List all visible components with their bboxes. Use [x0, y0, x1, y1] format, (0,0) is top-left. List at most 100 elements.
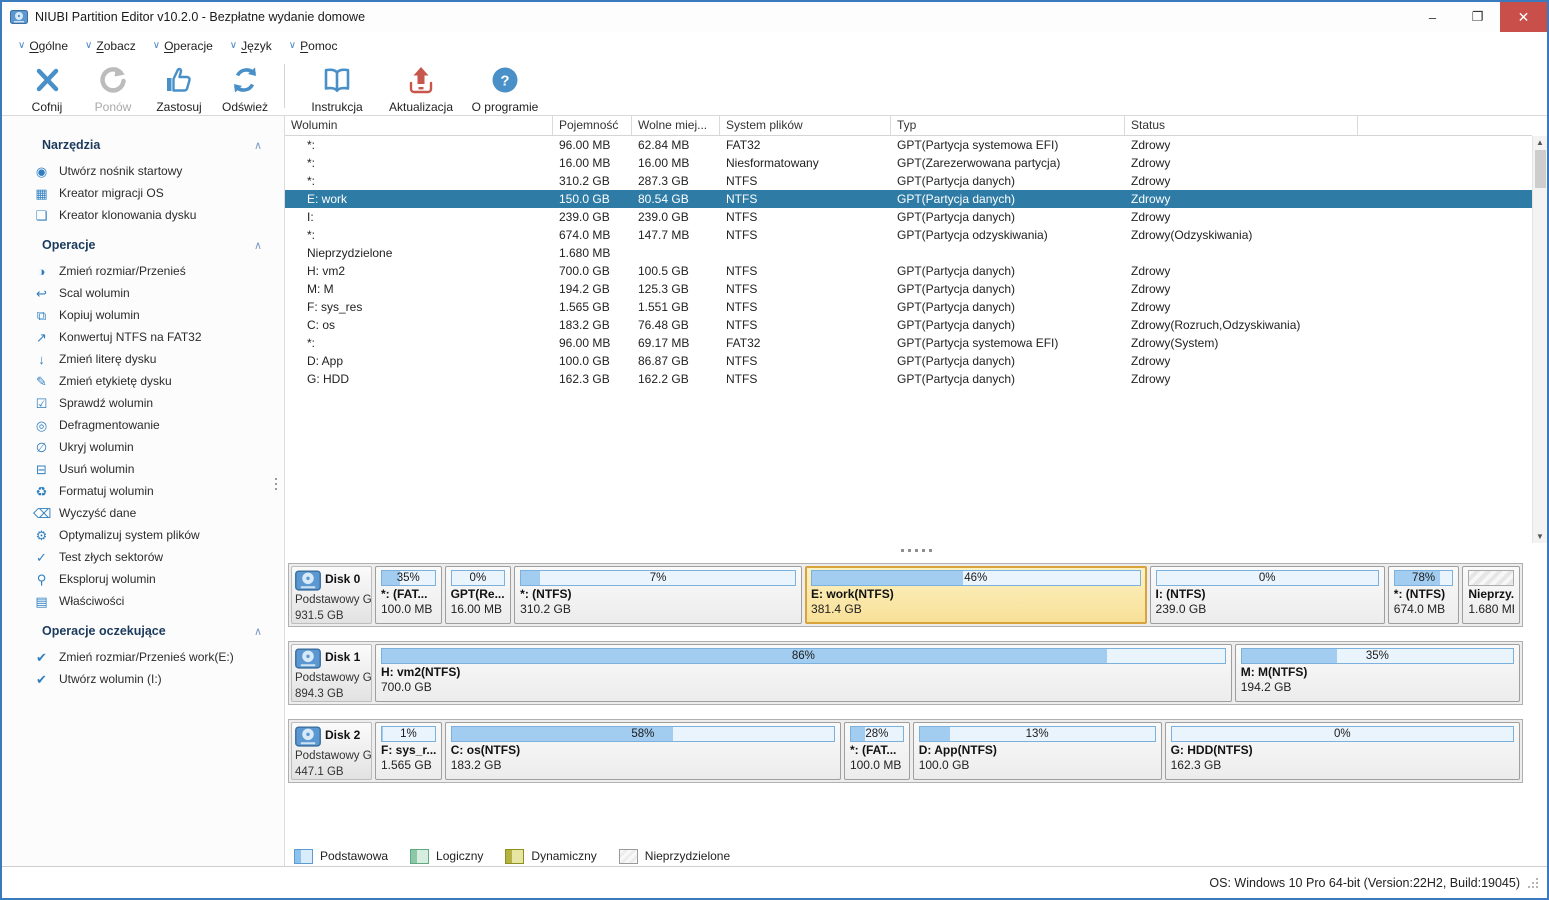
toolbar: Cofnij Ponów Zastosuj Odśwież Instrukcja… — [2, 60, 1547, 116]
menu-item-język[interactable]: ∨Język — [224, 36, 281, 56]
sidebar-item[interactable]: ⊟Usuń wolumin — [2, 458, 284, 480]
update-button[interactable]: Aktualizacja — [379, 62, 463, 114]
chevron-down-icon: ∨ — [289, 41, 296, 51]
table-row[interactable]: D: App100.0 GB86.87 GBNTFSGPT(Partycja d… — [285, 352, 1532, 370]
sidebar-item[interactable]: ▤Właściwości — [2, 590, 284, 612]
sidebar-item[interactable]: ✎Zmień etykietę dysku — [2, 370, 284, 392]
sidebar-item-label: Sprawdź wolumin — [59, 396, 153, 410]
scroll-down-icon[interactable]: ▼ — [1533, 530, 1547, 543]
table-row[interactable]: *:310.2 GB287.3 GBNTFSGPT(Partycja danyc… — [285, 172, 1532, 190]
legend-item: Podstawowa — [294, 849, 388, 864]
sidebar-splitter-handle[interactable] — [275, 478, 277, 490]
vertical-scrollbar[interactable]: ▲ ▼ — [1532, 136, 1547, 543]
sidebar-item[interactable]: ⧉Kopiuj wolumin — [2, 304, 284, 326]
maximize-button[interactable]: ❐ — [1455, 2, 1500, 32]
horizontal-splitter-handle[interactable] — [285, 543, 1547, 557]
disk-info-block[interactable]: Disk 2Podstawowy GPT447.1 GB — [291, 722, 372, 780]
section-header[interactable]: Narzędzia∧ — [42, 138, 262, 152]
cell-capacity: 96.00 MB — [553, 138, 632, 152]
partition-block[interactable]: 35%M: M(NTFS)194.2 GB — [1235, 644, 1520, 702]
usage-percent: 28% — [851, 727, 903, 741]
sidebar-item[interactable]: ✔Zmień rozmiar/Przenieś work(E:) — [2, 646, 284, 668]
section-header[interactable]: Operacje∧ — [42, 238, 262, 252]
table-row[interactable]: *:674.0 MB147.7 MBNTFSGPT(Partycja odzys… — [285, 226, 1532, 244]
cell-filesystem: NTFS — [720, 300, 891, 314]
partition-block[interactable]: 1%F: sys_r...1.565 GB — [375, 722, 442, 780]
sidebar-item[interactable]: ☑Sprawdź wolumin — [2, 392, 284, 414]
scroll-up-icon[interactable]: ▲ — [1533, 136, 1547, 149]
partition-block[interactable]: 58%C: os(NTFS)183.2 GB — [445, 722, 841, 780]
cell-capacity: 16.00 MB — [553, 156, 632, 170]
sidebar-item[interactable]: ▦Kreator migracji OS — [2, 182, 284, 204]
sidebar-item[interactable]: ⌫Wyczyść dane — [2, 502, 284, 524]
scrollbar-thumb[interactable] — [1535, 150, 1546, 188]
section-header[interactable]: Operacje oczekujące∧ — [42, 624, 262, 638]
menu-item-zobacz[interactable]: ∨Zobacz — [79, 36, 145, 56]
column-header[interactable]: Wolumin — [285, 116, 553, 135]
sidebar-item[interactable]: ⚙Optymalizuj system plików — [2, 524, 284, 546]
apply-button[interactable]: Zastosuj — [146, 62, 212, 114]
partition-block[interactable]: 46%E: work(NTFS)381.4 GB — [805, 566, 1146, 624]
column-header[interactable]: Wolne miej... — [632, 116, 720, 135]
column-header[interactable]: Pojemność — [553, 116, 632, 135]
table-row[interactable]: *:96.00 MB69.17 MBFAT32GPT(Partycja syst… — [285, 334, 1532, 352]
menu-item-pomoc[interactable]: ∨Pomoc — [283, 36, 347, 56]
partition-block[interactable]: 13%D: App(NTFS)100.0 GB — [913, 722, 1162, 780]
table-row[interactable]: *:96.00 MB62.84 MBFAT32GPT(Partycja syst… — [285, 136, 1532, 154]
column-header[interactable]: Typ — [891, 116, 1125, 135]
sidebar-item-label: Eksploruj wolumin — [59, 572, 156, 586]
table-row[interactable]: I:239.0 GB239.0 GBNTFSGPT(Partycja danyc… — [285, 208, 1532, 226]
partition-block[interactable]: 86%H: vm2(NTFS)700.0 GB — [375, 644, 1232, 702]
minimize-button[interactable]: – — [1410, 2, 1455, 32]
table-row[interactable]: H: vm2700.0 GB100.5 GBNTFSGPT(Partycja d… — [285, 262, 1532, 280]
table-row[interactable]: *:16.00 MB16.00 MBNiesformatowanyGPT(Zar… — [285, 154, 1532, 172]
menu-item-ogólne[interactable]: ∨Ogólne — [12, 36, 77, 56]
table-row[interactable]: E: work150.0 GB80.54 GBNTFSGPT(Partycja … — [285, 190, 1532, 208]
manual-button[interactable]: Instrukcja — [295, 62, 379, 114]
partition-block[interactable]: 0%I: (NTFS)239.0 GB — [1150, 566, 1385, 624]
sidebar-item[interactable]: ↓Zmień literę dysku — [2, 348, 284, 370]
menu-item-operacje[interactable]: ∨Operacje — [147, 36, 222, 56]
sidebar-item[interactable]: ❏Kreator klonowania dysku — [2, 204, 284, 226]
sidebar-item[interactable]: ◑Zmień rozmiar/Przenieś — [2, 260, 284, 282]
close-button[interactable]: ✕ — [1500, 2, 1547, 32]
cell-volume: E: work — [285, 192, 553, 206]
undo-button[interactable]: Cofnij — [14, 62, 80, 114]
disk-info-block[interactable]: Disk 1Podstawowy GPT894.3 GB — [291, 644, 372, 702]
redo-button[interactable]: Ponów — [80, 62, 146, 114]
column-header[interactable]: Status — [1125, 116, 1358, 135]
column-header[interactable]: System plików — [720, 116, 891, 135]
sidebar-item[interactable]: ✓Test złych sektorów — [2, 546, 284, 568]
partition-block[interactable]: 35%*: (FAT...100.0 MB — [375, 566, 442, 624]
sidebar-item[interactable]: ↩Scal wolumin — [2, 282, 284, 304]
sidebar-item[interactable]: ✔Utwórz wolumin (I:) — [2, 668, 284, 690]
partition-block[interactable]: 28%*: (FAT...100.0 MB — [844, 722, 910, 780]
table-row[interactable]: G: HDD162.3 GB162.2 GBNTFSGPT(Partycja d… — [285, 370, 1532, 388]
table-row[interactable]: C: os183.2 GB76.48 GBNTFSGPT(Partycja da… — [285, 316, 1532, 334]
unallocated-block[interactable]: Nieprzy...1.680 MB — [1462, 566, 1520, 624]
cell-type: GPT(Partycja danych) — [891, 300, 1125, 314]
partition-label: *: (FAT... — [381, 587, 436, 601]
resize-grip[interactable] — [1526, 876, 1539, 889]
partition-block[interactable]: 0%G: HDD(NTFS)162.3 GB — [1165, 722, 1520, 780]
sidebar-item[interactable]: ↗Konwertuj NTFS na FAT32 — [2, 326, 284, 348]
table-row[interactable]: M: M194.2 GB125.3 GBNTFSGPT(Partycja dan… — [285, 280, 1532, 298]
partition-block[interactable]: 0%GPT(Re...16.00 MB — [445, 566, 512, 624]
sidebar-item[interactable]: ♻Formatuj wolumin — [2, 480, 284, 502]
table-row[interactable]: F: sys_res1.565 GB1.551 GBNTFSGPT(Partyc… — [285, 298, 1532, 316]
sidebar-item[interactable]: ⚲Eksploruj wolumin — [2, 568, 284, 590]
partition-block[interactable]: 78%*: (NTFS)674.0 MB — [1388, 566, 1460, 624]
sidebar: Narzędzia∧ ◉Utwórz nośnik startowy▦Kreato… — [2, 116, 285, 866]
cell-type: GPT(Partycja danych) — [891, 210, 1125, 224]
sidebar-item[interactable]: ∅Ukryj wolumin — [2, 436, 284, 458]
disk-info-block[interactable]: Disk 0Podstawowy GPT931.5 GB — [291, 566, 372, 624]
partition-block[interactable]: 7%*: (NTFS)310.2 GB — [514, 566, 802, 624]
about-button[interactable]: ? O programie — [463, 62, 547, 114]
usage-percent: 7% — [521, 571, 795, 585]
refresh-button[interactable]: Odśwież — [212, 62, 278, 114]
question-icon: ? — [489, 64, 521, 99]
cell-status: Zdrowy(System) — [1125, 336, 1358, 350]
table-row[interactable]: Nieprzydzielone1.680 MB — [285, 244, 1532, 262]
sidebar-item[interactable]: ◎Defragmentowanie — [2, 414, 284, 436]
sidebar-item[interactable]: ◉Utwórz nośnik startowy — [2, 160, 284, 182]
